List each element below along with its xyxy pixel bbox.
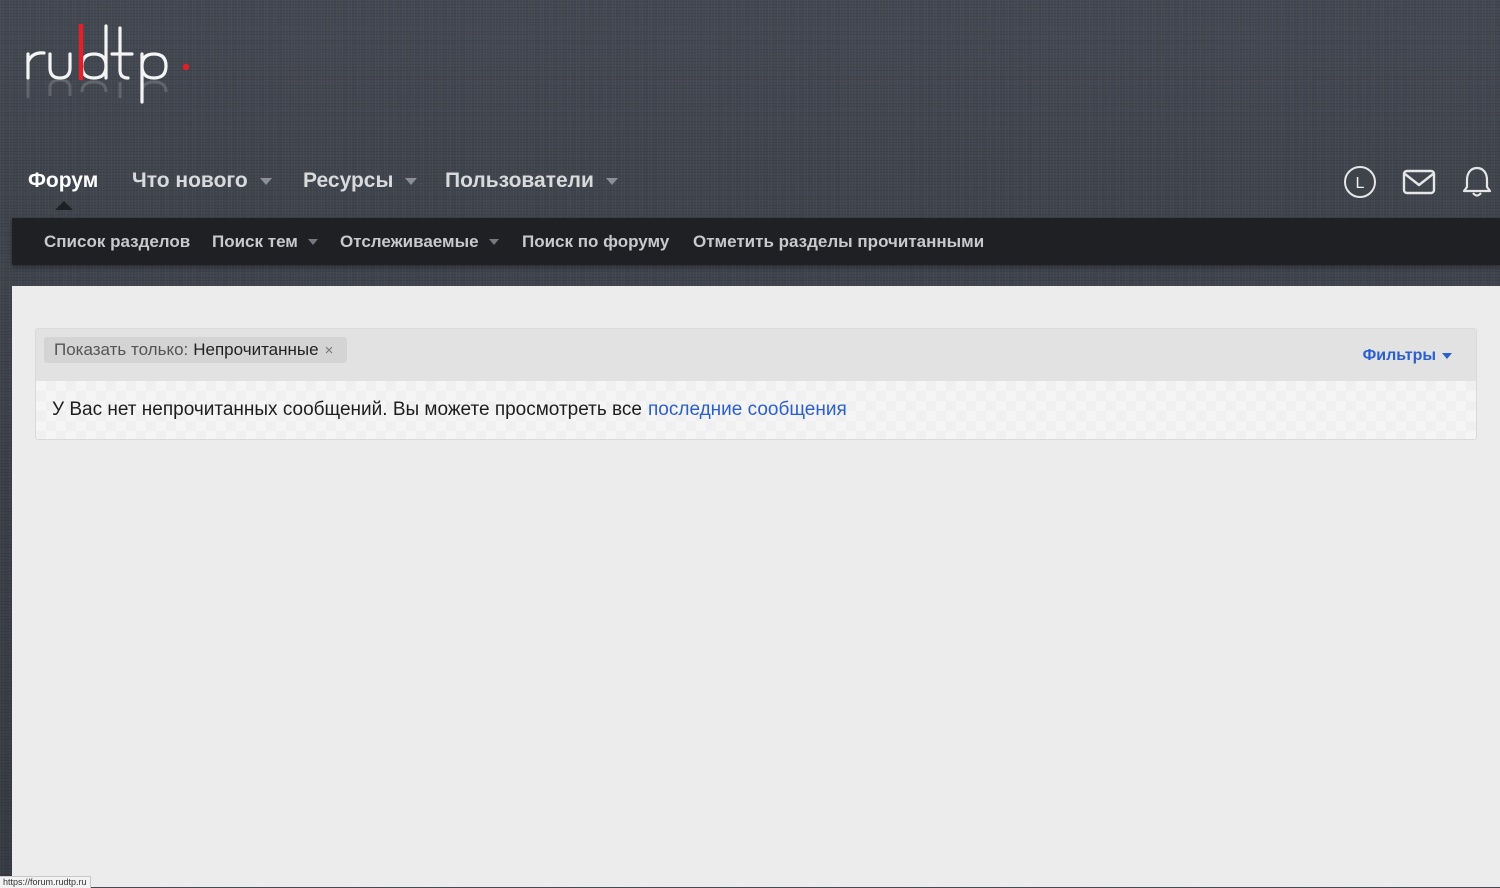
status-bar-url: https://forum.rudtp.ru: [0, 876, 91, 888]
empty-message: У Вас нет непрочитанных сообщений. Вы мо…: [36, 381, 1476, 439]
subnav-label: Отметить разделы прочитанными: [693, 231, 985, 251]
subnav-forum-list[interactable]: Список разделов: [44, 218, 190, 265]
nav-tab-label: Форум: [28, 169, 99, 192]
bell-icon[interactable]: [1459, 164, 1495, 200]
filter-chip-label: Показать только:: [54, 340, 189, 359]
nav-tab-resources[interactable]: Ресурсы: [303, 166, 418, 196]
chevron-down-icon: [1442, 353, 1452, 359]
subnav-label: Поиск по форуму: [522, 231, 670, 251]
filters-button[interactable]: Фильтры: [1363, 345, 1452, 367]
mail-icon[interactable]: [1401, 164, 1437, 200]
chevron-down-icon[interactable]: [488, 238, 499, 245]
nav-tab-forum[interactable]: Форум: [28, 166, 98, 196]
avatar-icon[interactable]: L: [1342, 164, 1378, 200]
nav-tab-label: Пользователи: [445, 169, 594, 192]
active-tab-pointer: [55, 201, 73, 210]
empty-message-text: У Вас нет непрочитанных сообщений. Вы мо…: [52, 399, 642, 420]
site-logo[interactable]: [20, 14, 210, 124]
subnav-search-forum[interactable]: Поиск по форуму: [522, 218, 669, 265]
nav-tab-whats-new[interactable]: Что нового: [132, 166, 272, 196]
filter-chip-value: Непрочитанные: [193, 340, 319, 359]
chevron-down-icon[interactable]: [307, 238, 318, 245]
subnav-watched[interactable]: Отслеживаемые: [340, 218, 499, 265]
subnav-label: Отслеживаемые: [340, 231, 479, 251]
nav-tab-label: Что нового: [132, 169, 248, 192]
main-content: Показать только: Непрочитанные × Фильтры…: [12, 286, 1500, 887]
subnav-mark-read[interactable]: Отметить разделы прочитанными: [693, 218, 984, 265]
unread-block: Показать только: Непрочитанные × Фильтры…: [35, 328, 1477, 440]
avatar-letter: L: [1356, 175, 1365, 192]
nav-tab-label: Ресурсы: [303, 169, 394, 192]
filter-bar: Показать только: Непрочитанные × Фильтры: [36, 329, 1476, 381]
subnav-label: Поиск тем: [212, 231, 298, 251]
subnav-find-threads[interactable]: Поиск тем: [212, 218, 318, 265]
nav-tab-members[interactable]: Пользователи: [445, 166, 618, 196]
primary-nav: Форум Что нового Ресурсы Пользователи: [0, 158, 1500, 206]
latest-posts-link[interactable]: последние сообщения: [648, 399, 847, 421]
chevron-down-icon[interactable]: [259, 177, 272, 185]
filter-chip[interactable]: Показать только: Непрочитанные ×: [44, 337, 348, 363]
close-icon[interactable]: ×: [325, 342, 334, 359]
filters-button-label: Фильтры: [1362, 347, 1436, 364]
chevron-down-icon[interactable]: [605, 177, 618, 185]
subnav-label: Список разделов: [44, 231, 191, 251]
chevron-down-icon[interactable]: [405, 177, 418, 185]
sub-nav: Список разделов Поиск тем Отслеживаемые …: [12, 218, 1500, 265]
